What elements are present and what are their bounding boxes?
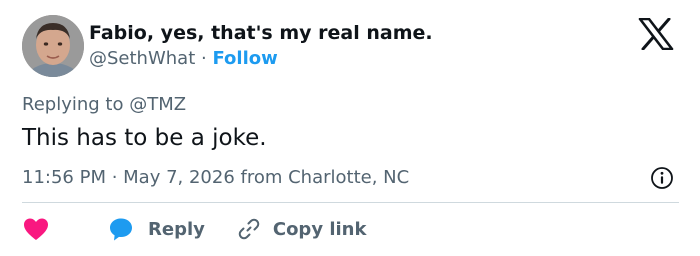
like-button[interactable] — [22, 216, 108, 242]
tweet-text: This has to be a joke. — [22, 125, 267, 151]
info-icon[interactable] — [650, 166, 674, 190]
replying-to: Replying to @TMZ — [22, 94, 187, 115]
action-bar: Reply Copy link — [22, 214, 366, 244]
x-logo-icon[interactable] — [638, 17, 674, 51]
handle-line: @SethWhat · Follow — [89, 46, 278, 72]
tweet-card: Fabio, yes, that's my real name. @SethWh… — [0, 0, 700, 256]
separator-dot: · — [201, 48, 207, 69]
speech-bubble-icon — [110, 218, 132, 241]
follow-button[interactable]: Follow — [212, 48, 277, 69]
display-name[interactable]: Fabio, yes, that's my real name. — [89, 20, 433, 46]
copy-link-label: Copy link — [272, 218, 367, 240]
user-handle[interactable]: @SethWhat — [89, 48, 195, 69]
copy-link-button[interactable]: Copy link — [237, 217, 367, 241]
heart-icon — [24, 218, 48, 240]
link-icon — [238, 218, 260, 240]
avatar-photo — [22, 15, 84, 77]
avatar[interactable] — [22, 15, 84, 77]
reply-label: Reply — [148, 218, 205, 240]
divider — [22, 202, 679, 203]
reply-button[interactable]: Reply — [108, 216, 205, 242]
tweet-timestamp[interactable]: 11:56 PM · May 7, 2026 from Charlotte, N… — [22, 165, 409, 191]
